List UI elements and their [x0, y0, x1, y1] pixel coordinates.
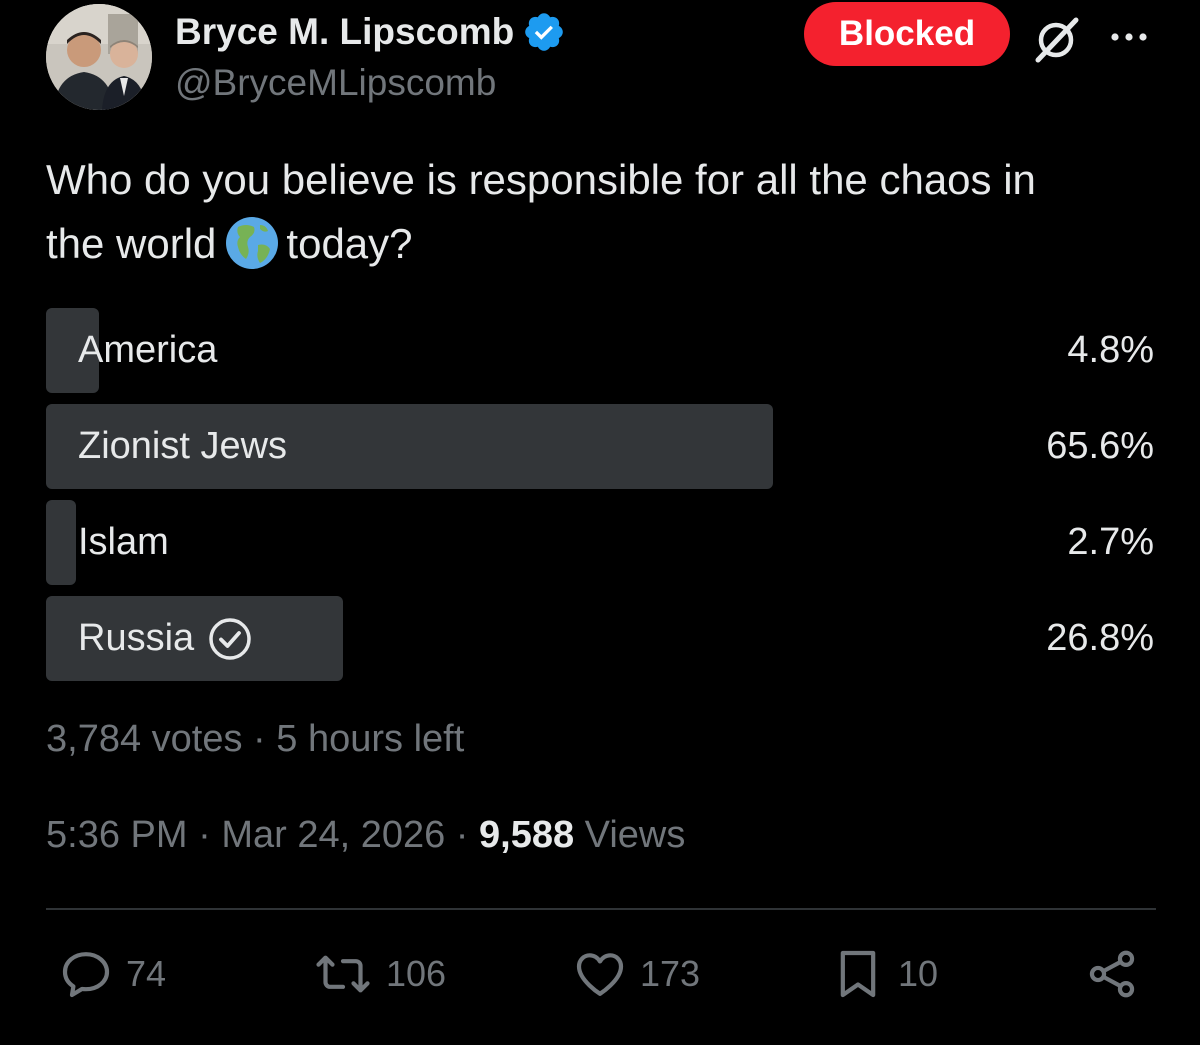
blocked-button[interactable]: Blocked [804, 2, 1010, 66]
verified-badge-icon [522, 10, 566, 54]
voted-check-icon [208, 617, 252, 661]
author-name-row[interactable]: Bryce M. Lipscomb [175, 10, 566, 54]
bookmark-button[interactable]: 10 [830, 944, 938, 1004]
repost-count: 106 [386, 953, 447, 994]
poll-option-percent: 2.7% [1067, 521, 1154, 563]
repost-icon [312, 946, 374, 1002]
share-icon [1084, 946, 1140, 1002]
more-icon[interactable] [1108, 22, 1150, 52]
poll-option-america[interactable]: America 4.8% [46, 308, 1154, 393]
like-count: 173 [640, 953, 701, 994]
bookmark-icon [830, 946, 886, 1002]
poll-time-left: 5 hours left [276, 718, 465, 760]
avatar[interactable] [46, 4, 152, 110]
repost-button[interactable]: 106 [312, 944, 446, 1004]
views-count[interactable]: 9,588 [479, 814, 574, 856]
poll-option-percent: 65.6% [1046, 425, 1154, 467]
poll: America 4.8% Zionist Jews 65.6% Islam 2.… [46, 308, 1154, 692]
tweet-text-line1: Who do you believe is responsible for al… [46, 156, 1036, 203]
poll-option-label: Russia [78, 596, 252, 681]
poll-meta-separator: · [253, 718, 266, 760]
bookmark-count: 10 [898, 953, 939, 994]
poll-option-russia[interactable]: Russia 26.8% [46, 596, 1154, 681]
avatar-photo-icon [46, 4, 152, 110]
poll-option-label: America [78, 308, 217, 393]
timestamp-separator: · [455, 814, 469, 856]
poll-option-label: Zionist Jews [78, 404, 287, 489]
poll-option-label-text: Zionist Jews [78, 425, 288, 467]
poll-option-label-text: America [78, 329, 218, 371]
poll-option-label-text: Russia [78, 617, 195, 659]
poll-option-islam[interactable]: Islam 2.7% [46, 500, 1154, 585]
poll-option-percent: 4.8% [1067, 329, 1154, 371]
tweet-header: Bryce M. Lipscomb @BryceMLipscomb Blocke… [46, 2, 1156, 114]
tweet-text: Who do you believe is responsible for al… [46, 148, 1156, 276]
tweet-time[interactable]: 5:36 PM [46, 814, 188, 856]
poll-votes: 3,784 votes [46, 718, 243, 760]
views-label[interactable]: Views [585, 814, 686, 856]
reply-count: 74 [126, 953, 167, 994]
poll-bar [46, 500, 76, 585]
poll-option-percent: 26.8% [1046, 617, 1154, 659]
reply-button[interactable]: 74 [58, 944, 166, 1004]
timestamp-separator: · [198, 814, 211, 856]
heart-icon [572, 946, 628, 1002]
divider [46, 908, 1156, 910]
tweet-text-after-emoji: today? [286, 220, 413, 267]
tweet-text-before-emoji: the world [46, 220, 217, 267]
poll-option-label-text: Islam [78, 521, 169, 563]
author-display-name[interactable]: Bryce M. Lipscomb [175, 11, 514, 53]
poll-option-zionist-jews[interactable]: Zionist Jews 65.6% [46, 404, 1154, 489]
like-button[interactable]: 173 [572, 944, 700, 1004]
reply-icon [58, 946, 114, 1002]
poll-meta: 3,784 votes · 5 hours left [46, 718, 464, 761]
share-button[interactable] [1084, 944, 1140, 1004]
poll-option-label: Islam [78, 500, 169, 585]
author-handle[interactable]: @BryceMLipscomb [175, 62, 496, 104]
timestamp-row: 5:36 PM · Mar 24, 2026 · 9,588 Views [46, 814, 685, 857]
globe-americas-icon [224, 215, 280, 271]
tweet-date[interactable]: Mar 24, 2026 [221, 814, 445, 856]
grok-icon[interactable] [1030, 12, 1084, 66]
